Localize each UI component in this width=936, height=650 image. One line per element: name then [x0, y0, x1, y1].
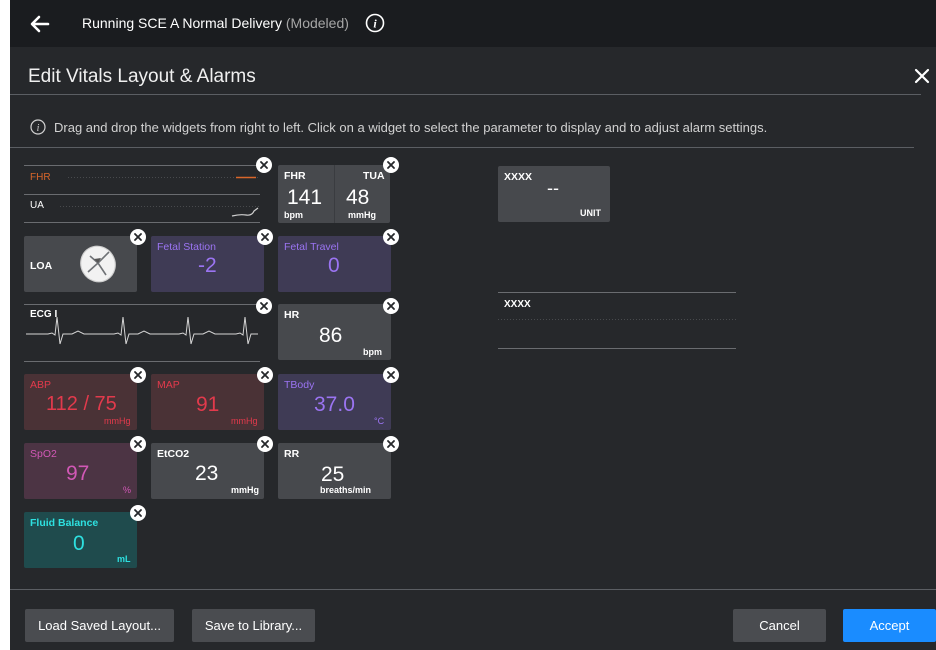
- widget-map[interactable]: MAP 91 mmHg: [151, 374, 264, 430]
- remove-widget-icon[interactable]: [130, 505, 146, 521]
- widget-loa[interactable]: LOA: [24, 236, 137, 292]
- widget-abp[interactable]: ABP 112 / 75 mmHg: [24, 374, 137, 430]
- remove-widget-icon[interactable]: [383, 157, 399, 173]
- palette-waveform-label: XXXX: [504, 299, 531, 310]
- instructions: i Drag and drop the widgets from right t…: [30, 119, 767, 135]
- rr-value: 25: [321, 463, 345, 486]
- palette-numeric-unit: UNIT: [580, 208, 601, 218]
- spo2-unit: %: [123, 485, 132, 495]
- widget-fhr-ua-waveform[interactable]: FHR UA: [24, 165, 260, 223]
- remove-widget-icon[interactable]: [257, 367, 273, 383]
- palette-waveform-widget[interactable]: XXXX: [498, 292, 736, 350]
- save-to-library-button[interactable]: Save to Library...: [192, 609, 315, 642]
- ua-trace-label: UA: [30, 200, 44, 211]
- remove-widget-icon[interactable]: [130, 229, 146, 245]
- tua-value: 48: [346, 186, 370, 209]
- abp-value: 112 / 75: [46, 393, 117, 415]
- fetal-head-icon: [76, 242, 120, 291]
- palette-numeric-value: --: [547, 178, 559, 198]
- divider: [10, 147, 914, 148]
- close-icon[interactable]: [911, 65, 933, 87]
- fhr-unit: bpm: [284, 210, 303, 220]
- remove-widget-icon[interactable]: [256, 157, 272, 173]
- tua-label: TUA: [363, 170, 385, 182]
- remove-widget-icon[interactable]: [383, 367, 399, 383]
- remove-widget-icon[interactable]: [383, 229, 399, 245]
- map-value: 91: [196, 393, 220, 416]
- fluid-balance-label: Fluid Balance: [30, 517, 99, 529]
- abp-label: ABP: [30, 379, 52, 391]
- remove-widget-icon[interactable]: [383, 298, 399, 314]
- widget-hr[interactable]: HR 86 bpm: [278, 304, 391, 360]
- widget-spo2[interactable]: SpO2 97 %: [24, 443, 137, 499]
- abp-unit: mmHg: [104, 416, 131, 426]
- info-icon: i: [30, 119, 46, 135]
- fetal-station-label: Fetal Station: [157, 241, 216, 253]
- widget-etco2[interactable]: EtCO2 23 mmHg: [151, 443, 264, 499]
- cancel-button[interactable]: Cancel: [733, 609, 826, 642]
- app-window: Running SCE A Normal Delivery (Modeled) …: [10, 0, 936, 650]
- svg-text:i: i: [37, 123, 40, 134]
- map-label: MAP: [157, 379, 180, 391]
- back-arrow-icon[interactable]: [28, 12, 52, 36]
- remove-widget-icon[interactable]: [257, 229, 273, 245]
- session-title-main: Running SCE A Normal Delivery: [82, 15, 282, 31]
- tbody-value: 37.0: [314, 393, 355, 416]
- svg-text:i: i: [373, 17, 377, 31]
- remove-widget-icon[interactable]: [257, 436, 273, 452]
- tbody-unit: °C: [374, 416, 385, 426]
- divider: [10, 94, 921, 95]
- tbody-label: TBody: [284, 379, 315, 391]
- palette-numeric-widget[interactable]: XXXX -- UNIT: [498, 166, 610, 222]
- tua-unit: mmHg: [348, 210, 377, 220]
- widget-fluid-balance[interactable]: Fluid Balance 0 mL: [24, 512, 137, 568]
- fhr-value: 141: [287, 186, 323, 209]
- remove-widget-icon[interactable]: [383, 436, 399, 452]
- accept-button[interactable]: Accept: [843, 609, 936, 642]
- widget-ecg-waveform[interactable]: ECG I: [24, 304, 260, 362]
- hr-value: 86: [319, 324, 343, 347]
- map-unit: mmHg: [231, 416, 258, 426]
- widget-fhr-tua[interactable]: FHR 141 bpm TUA 48 mmHg: [278, 165, 390, 223]
- fluid-balance-value: 0: [73, 532, 85, 555]
- fluid-balance-unit: mL: [117, 554, 131, 564]
- remove-widget-icon[interactable]: [130, 367, 146, 383]
- hr-label: HR: [284, 309, 300, 321]
- dialog-title: Edit Vitals Layout & Alarms: [28, 66, 256, 87]
- etco2-value: 23: [195, 462, 219, 485]
- session-title: Running SCE A Normal Delivery (Modeled): [82, 15, 349, 31]
- widget-rr[interactable]: RR 25 breaths/min: [278, 443, 391, 499]
- loa-label: LOA: [30, 260, 53, 272]
- session-title-modeled: (Modeled): [285, 15, 349, 31]
- fetal-travel-value: 0: [328, 254, 340, 277]
- rr-label: RR: [284, 448, 300, 460]
- fhr-label: FHR: [284, 170, 306, 182]
- etco2-label: EtCO2: [157, 448, 190, 460]
- spo2-value: 97: [66, 462, 90, 485]
- instructions-text: Drag and drop the widgets from right to …: [54, 119, 768, 135]
- remove-widget-icon[interactable]: [256, 298, 272, 314]
- rr-unit: breaths/min: [320, 485, 372, 495]
- etco2-unit: mmHg: [231, 485, 260, 495]
- info-icon[interactable]: i: [365, 13, 385, 33]
- fetal-station-value: -2: [198, 254, 217, 277]
- widget-fetal-station[interactable]: Fetal Station -2: [151, 236, 264, 292]
- fhr-trace-label: FHR: [30, 172, 51, 183]
- widget-fetal-travel[interactable]: Fetal Travel 0: [278, 236, 391, 292]
- widget-tbody[interactable]: TBody 37.0 °C: [278, 374, 391, 430]
- ecg-trace-label: ECG I: [30, 309, 58, 320]
- remove-widget-icon[interactable]: [130, 436, 146, 452]
- hr-unit: bpm: [363, 347, 382, 357]
- divider: [10, 589, 936, 590]
- top-bar: Running SCE A Normal Delivery (Modeled) …: [10, 0, 936, 47]
- fetal-travel-label: Fetal Travel: [284, 241, 339, 253]
- palette-numeric-label: XXXX: [504, 171, 533, 183]
- spo2-label: SpO2: [30, 448, 57, 460]
- load-saved-layout-button[interactable]: Load Saved Layout...: [25, 609, 174, 642]
